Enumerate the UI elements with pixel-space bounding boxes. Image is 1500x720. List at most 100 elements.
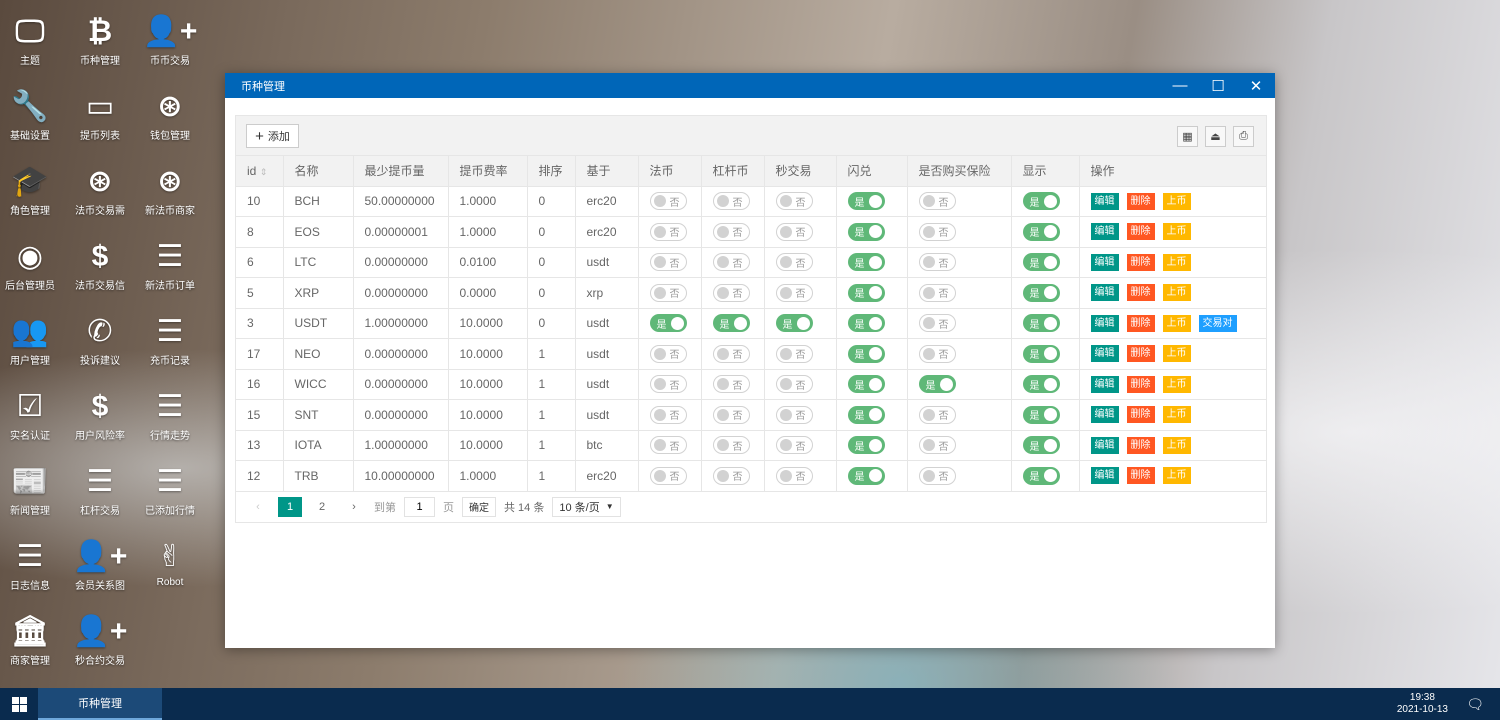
fiat-switch[interactable]: 否 (649, 253, 687, 272)
page-1[interactable]: 1 (278, 496, 302, 517)
desktop-shortcut[interactable]: 👥 用户管理 (0, 314, 65, 367)
desktop-shortcut[interactable]: ☰ 行情走势 (135, 389, 205, 442)
desktop-shortcut[interactable]: 👤+ 会员关系图 (65, 539, 135, 592)
desktop-shortcut[interactable]: 📰 新闻管理 (0, 464, 65, 517)
desktop-shortcut[interactable]: ✆ 投诉建议 (65, 314, 135, 367)
notification-icon[interactable]: 🗨 (1466, 696, 1484, 713)
show-switch[interactable]: 是 (1022, 222, 1060, 241)
flash-switch[interactable]: 是 (847, 222, 885, 241)
add-button[interactable]: + 添加 (246, 124, 299, 148)
desktop-shortcut[interactable]: ⊛ 法币交易需 (65, 164, 135, 217)
show-switch[interactable]: 是 (1022, 283, 1060, 302)
desktop-shortcut[interactable]: ⊛ 钱包管理 (135, 89, 205, 142)
show-switch[interactable]: 是 (1022, 436, 1060, 455)
insurance-switch[interactable]: 否 (918, 314, 956, 333)
flash-switch[interactable]: 是 (847, 375, 885, 394)
flash-switch[interactable]: 是 (847, 466, 885, 485)
lever-switch[interactable]: 否 (712, 253, 750, 272)
insurance-switch[interactable]: 是 (918, 375, 956, 394)
fiat-switch[interactable]: 是 (649, 314, 687, 333)
lever-switch[interactable]: 否 (712, 283, 750, 302)
insurance-switch[interactable]: 否 (918, 192, 956, 211)
list-coin-button[interactable]: 上币 (1162, 314, 1191, 332)
desktop-shortcut[interactable]: 🎓 角色管理 (0, 164, 65, 217)
desktop-shortcut[interactable]: ☰ 新法币订单 (135, 239, 205, 292)
desktop-shortcut[interactable]: ☰ 充币记录 (135, 314, 205, 367)
goto-page-input[interactable] (404, 496, 435, 517)
windows-start-icon[interactable] (12, 697, 27, 712)
delete-button[interactable]: 删除 (1126, 406, 1155, 424)
delete-button[interactable]: 删除 (1126, 284, 1155, 302)
flash-switch[interactable]: 是 (847, 253, 885, 272)
fiat-switch[interactable]: 否 (649, 222, 687, 241)
lever-switch[interactable]: 否 (712, 436, 750, 455)
desktop-shortcut[interactable]: 👤+ 币币交易 (135, 14, 205, 67)
second-switch[interactable]: 否 (775, 375, 813, 394)
desktop-shortcut[interactable]: ☰ 已添加行情 (135, 464, 205, 517)
desktop-shortcut[interactable]: $ 法币交易信 (65, 239, 135, 292)
export-icon[interactable]: ⏏ (1205, 126, 1226, 147)
insurance-switch[interactable]: 否 (918, 405, 956, 424)
lever-switch[interactable]: 否 (712, 222, 750, 241)
show-switch[interactable]: 是 (1022, 253, 1060, 272)
second-switch[interactable]: 否 (775, 192, 813, 211)
edit-button[interactable]: 编辑 (1090, 406, 1119, 424)
column-header[interactable]: id ⇕ (236, 156, 284, 187)
list-coin-button[interactable]: 上币 (1162, 406, 1191, 424)
insurance-switch[interactable]: 否 (918, 253, 956, 272)
fiat-switch[interactable]: 否 (649, 192, 687, 211)
minimize-icon[interactable]: — (1161, 73, 1199, 98)
insurance-switch[interactable]: 否 (918, 436, 956, 455)
flash-switch[interactable]: 是 (847, 283, 885, 302)
desktop-shortcut[interactable]: $ 用户风险率 (65, 389, 135, 442)
insurance-switch[interactable]: 否 (918, 222, 956, 241)
delete-button[interactable]: 删除 (1126, 253, 1155, 271)
insurance-switch[interactable]: 否 (918, 283, 956, 302)
second-switch[interactable]: 否 (775, 283, 813, 302)
list-coin-button[interactable]: 上币 (1162, 284, 1191, 302)
second-switch[interactable]: 是 (775, 314, 813, 333)
delete-button[interactable]: 删除 (1126, 345, 1155, 363)
edit-button[interactable]: 编辑 (1090, 314, 1119, 332)
desktop-shortcut[interactable]: ☑ 实名认证 (0, 389, 65, 442)
desktop-shortcut[interactable]: ◉ 后台管理员 (0, 239, 65, 292)
show-switch[interactable]: 是 (1022, 314, 1060, 333)
taskbar-item-currency-management[interactable]: 币种管理 (38, 688, 162, 720)
second-switch[interactable]: 否 (775, 344, 813, 363)
delete-button[interactable]: 删除 (1126, 223, 1155, 241)
edit-button[interactable]: 编辑 (1090, 223, 1119, 241)
edit-button[interactable]: 编辑 (1090, 436, 1119, 454)
desktop-shortcut[interactable]: 🖵 主题 (0, 14, 65, 67)
lever-switch[interactable]: 否 (712, 405, 750, 424)
desktop-shortcut[interactable]: 🔧 基础设置 (0, 89, 65, 142)
list-coin-button[interactable]: 上币 (1162, 345, 1191, 363)
clock[interactable]: 19:38 2021-10-13 (1397, 692, 1448, 716)
lever-switch[interactable]: 是 (712, 314, 750, 333)
second-switch[interactable]: 否 (775, 405, 813, 424)
list-coin-button[interactable]: 上币 (1162, 192, 1191, 210)
desktop-shortcut[interactable]: ₿ 币种管理 (65, 14, 135, 67)
edit-button[interactable]: 编辑 (1090, 253, 1119, 271)
show-switch[interactable]: 是 (1022, 375, 1060, 394)
flash-switch[interactable]: 是 (847, 344, 885, 363)
page-size-select[interactable]: 10 条/页 ▼ (552, 496, 621, 517)
flash-switch[interactable]: 是 (847, 314, 885, 333)
delete-button[interactable]: 删除 (1126, 192, 1155, 210)
list-coin-button[interactable]: 上币 (1162, 223, 1191, 241)
sort-icon[interactable]: ⇕ (260, 167, 268, 177)
delete-button[interactable]: 删除 (1126, 375, 1155, 393)
list-coin-button[interactable]: 上币 (1162, 375, 1191, 393)
window-titlebar[interactable]: 币种管理 — ☐ ✕ (225, 73, 1275, 98)
lever-switch[interactable]: 否 (712, 344, 750, 363)
fiat-switch[interactable]: 否 (649, 466, 687, 485)
list-coin-button[interactable]: 上币 (1162, 253, 1191, 271)
lever-switch[interactable]: 否 (712, 375, 750, 394)
delete-button[interactable]: 删除 (1126, 314, 1155, 332)
flash-switch[interactable]: 是 (847, 405, 885, 424)
second-switch[interactable]: 否 (775, 222, 813, 241)
show-switch[interactable]: 是 (1022, 405, 1060, 424)
trading-pair-button[interactable]: 交易对 (1198, 314, 1237, 332)
show-switch[interactable]: 是 (1022, 344, 1060, 363)
fiat-switch[interactable]: 否 (649, 405, 687, 424)
flash-switch[interactable]: 是 (847, 192, 885, 211)
